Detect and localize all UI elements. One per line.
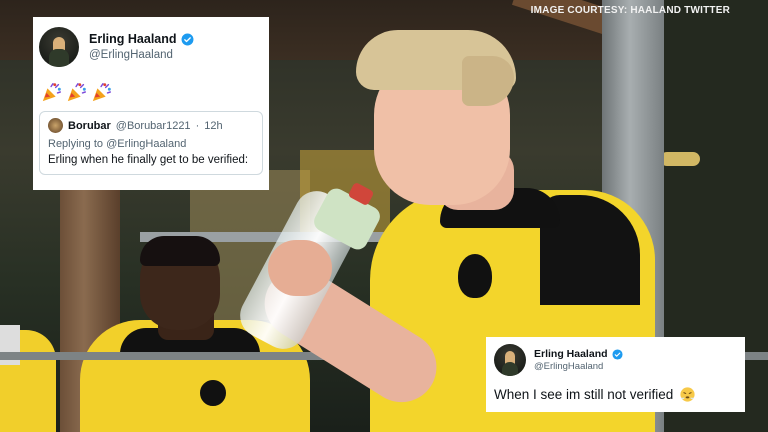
party-popper-icon — [42, 83, 61, 102]
quoted-tweet[interactable]: Borubar @Borubar1221 · 12h Replying to @… — [39, 111, 263, 175]
image-credit: IMAGE COURTESY: HAALAND TWITTER — [530, 5, 730, 16]
party-popper-icon — [92, 83, 111, 102]
verified-badge-icon — [181, 33, 193, 46]
face-with-steam-icon — [680, 387, 695, 402]
quoted-handle[interactable]: @Borubar1221 — [116, 120, 191, 132]
player-background-badge — [198, 378, 228, 408]
player-background-hair — [140, 236, 220, 266]
replying-to: Replying to @ErlingHaaland — [48, 138, 187, 150]
display-name[interactable]: Erling Haaland — [89, 32, 177, 48]
verified-badge-icon — [611, 349, 623, 360]
player-main-hand — [268, 240, 332, 296]
player-main-badge — [456, 252, 494, 300]
party-popper-icon — [67, 83, 86, 102]
quoted-avatar[interactable] — [48, 118, 63, 133]
avatar[interactable] — [39, 27, 79, 67]
lamp — [660, 152, 700, 166]
tweet-card-top[interactable]: Erling Haaland @ErlingHaaland Borubar @B… — [33, 17, 269, 190]
emoji-row — [41, 81, 263, 103]
avatar[interactable] — [494, 344, 526, 376]
tweet-header: Erling Haaland @ErlingHaaland — [494, 344, 737, 376]
quoted-time[interactable]: 12h — [204, 120, 222, 132]
quoted-display-name[interactable]: Borubar — [68, 120, 111, 132]
tweet-card-bottom[interactable]: Erling Haaland @ErlingHaaland When I see… — [486, 337, 745, 412]
tweet-text: When I see im still not verified — [494, 387, 674, 402]
display-name[interactable]: Erling Haaland — [534, 348, 608, 361]
quoted-text: Erling when he finally get to be verifie… — [48, 154, 249, 166]
handle[interactable]: @ErlingHaaland — [534, 361, 623, 373]
quoted-separator: · — [195, 119, 200, 132]
handle[interactable]: @ErlingHaaland — [89, 48, 194, 62]
tweet-header: Erling Haaland @ErlingHaaland — [39, 27, 263, 67]
